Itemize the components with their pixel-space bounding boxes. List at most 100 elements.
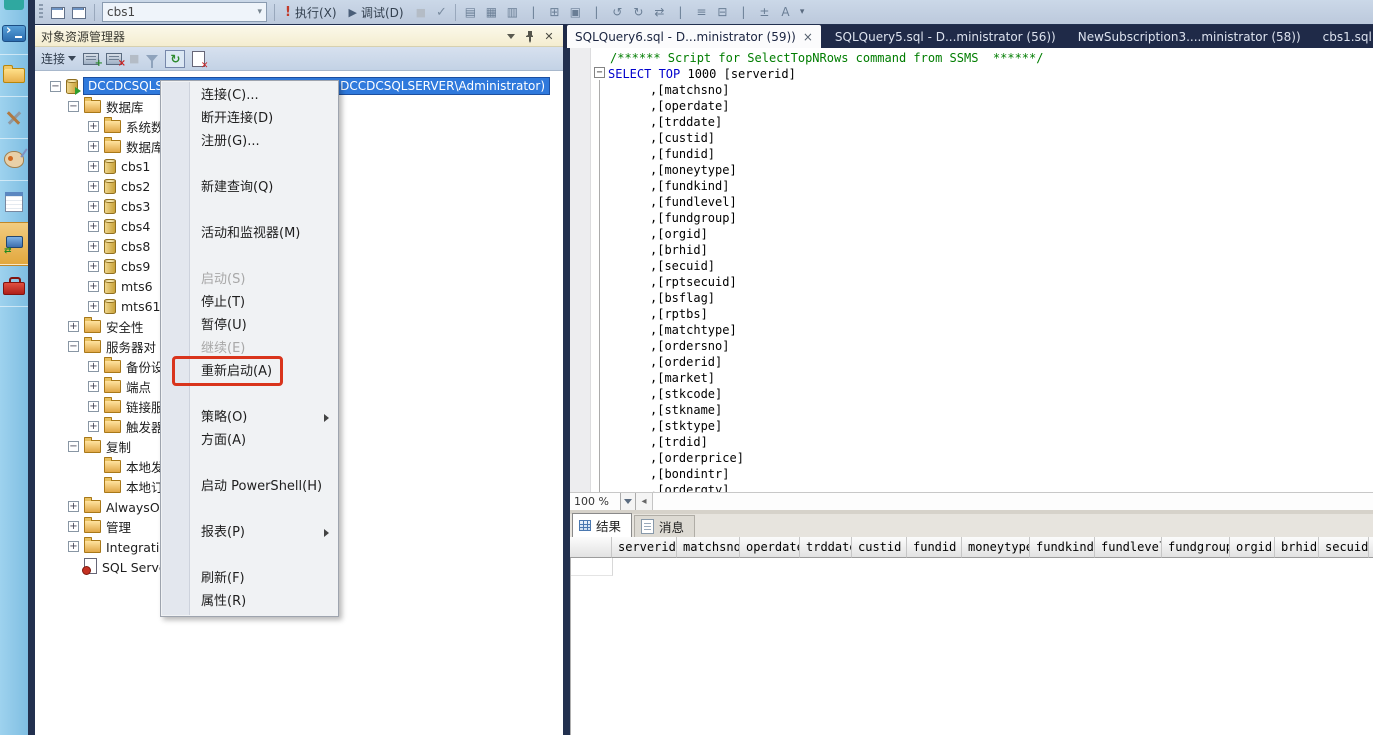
window-position-icon[interactable]: [503, 29, 519, 44]
toolbar-overflow-button[interactable]: ▾: [800, 7, 805, 17]
auto-refresh-icon[interactable]: ↻: [165, 50, 185, 68]
grid-column-header[interactable]: brhid: [1275, 537, 1319, 558]
editor-toolbar-icon[interactable]: |: [525, 4, 542, 21]
grid-column-header[interactable]: matchsno: [677, 537, 740, 558]
context-menu-item[interactable]: [161, 383, 338, 406]
grid-column-header[interactable]: fundlevel: [1095, 537, 1162, 558]
expander-icon[interactable]: [88, 301, 99, 312]
hscroll-left-arrow[interactable]: ◂: [636, 493, 653, 510]
grid-column-header[interactable]: moneytype: [962, 537, 1030, 558]
expander-icon[interactable]: [88, 381, 99, 392]
zoom-dropdown-icon[interactable]: [621, 493, 636, 510]
debug-button[interactable]: ▶ 调试(D): [343, 2, 410, 23]
grid-column-header[interactable]: custid: [852, 537, 907, 558]
context-menu-item[interactable]: 新建查询(Q): [161, 176, 338, 199]
context-menu-item[interactable]: [161, 452, 338, 475]
hscrollbar-track[interactable]: [653, 493, 1373, 510]
parse-check-icon[interactable]: ✓: [432, 5, 451, 20]
editor-toolbar-icon[interactable]: ⊟: [714, 4, 731, 21]
context-menu-item[interactable]: 继续(E): [161, 337, 338, 360]
context-menu-item[interactable]: 报表(P): [161, 521, 338, 544]
database-combobox[interactable]: cbs1 ▾: [102, 2, 267, 22]
context-menu-item[interactable]: 启动(S): [161, 268, 338, 291]
context-menu-item[interactable]: 策略(O): [161, 406, 338, 429]
editor-toolbar-icon[interactable]: |: [588, 4, 605, 21]
dock-icon[interactable]: [0, 265, 28, 307]
panel-divider[interactable]: [563, 26, 570, 735]
sql-code-editor[interactable]: − /****** Script for SelectTopNRows comm…: [570, 48, 1373, 492]
expander-icon[interactable]: [88, 361, 99, 372]
tab-messages[interactable]: 消息: [634, 515, 695, 537]
connect-dropdown[interactable]: 连接: [41, 50, 76, 67]
connect-server-icon[interactable]: +: [83, 53, 99, 65]
context-menu-item[interactable]: [161, 245, 338, 268]
execute-button[interactable]: ! 执行(X): [279, 2, 343, 23]
expander-icon[interactable]: [68, 501, 79, 512]
grid-column-header[interactable]: trddate: [800, 537, 852, 558]
context-menu-item[interactable]: [161, 544, 338, 567]
editor-toolbar-icon[interactable]: |: [735, 4, 752, 21]
expander-icon[interactable]: [68, 341, 79, 352]
expander-icon[interactable]: [68, 541, 79, 552]
context-menu-item[interactable]: 活动和监视器(M): [161, 222, 338, 245]
expander-icon[interactable]: [68, 101, 79, 112]
context-menu-item[interactable]: 暂停(U): [161, 314, 338, 337]
close-icon[interactable]: ✕: [541, 29, 557, 44]
grid-column-header[interactable]: fundgroup: [1162, 537, 1230, 558]
editor-toolbar-icon[interactable]: ⇄: [651, 4, 668, 21]
document-tab[interactable]: SQLQuery6.sql - D...ministrator (59)) ×: [567, 25, 821, 48]
collapse-icon[interactable]: [50, 81, 61, 92]
editor-toolbar-icon[interactable]: ↻: [630, 4, 647, 21]
fold-collapse-icon[interactable]: −: [594, 67, 605, 78]
chevron-down-icon[interactable]: ▾: [257, 7, 262, 17]
expander-icon[interactable]: [88, 241, 99, 252]
new-query-window-icon[interactable]: [50, 5, 67, 20]
expander-icon[interactable]: [88, 401, 99, 412]
context-menu-item[interactable]: [161, 153, 338, 176]
expander-icon[interactable]: [88, 181, 99, 192]
grid-column-header[interactable]: fundid: [907, 537, 962, 558]
grid-column-header[interactable]: secuid: [1319, 537, 1369, 558]
editor-toolbar-icon[interactable]: ↺: [609, 4, 626, 21]
tab-results[interactable]: 结果: [572, 513, 632, 537]
grid-column-header[interactable]: operdate: [740, 537, 800, 558]
editor-toolbar-icon[interactable]: ⊞: [546, 4, 563, 21]
expander-icon[interactable]: [88, 161, 99, 172]
pin-icon[interactable]: [522, 29, 538, 44]
context-menu-item[interactable]: 重新启动(A): [161, 360, 338, 383]
results-grid-body[interactable]: [570, 558, 1373, 735]
dock-icon[interactable]: [0, 139, 28, 181]
context-menu-item[interactable]: [161, 199, 338, 222]
expander-icon[interactable]: [88, 221, 99, 232]
toolbar-grip[interactable]: [39, 4, 43, 20]
context-menu-item[interactable]: 启动 PowerShell(H): [161, 475, 338, 498]
expander-icon[interactable]: [88, 121, 99, 132]
object-explorer-titlebar[interactable]: 对象资源管理器 ✕: [35, 26, 563, 47]
zoom-level-combobox[interactable]: 100 %: [570, 493, 621, 510]
grid-column-header[interactable]: orgid: [1230, 537, 1275, 558]
context-menu-item[interactable]: 连接(C)...: [161, 84, 338, 107]
query-window-icon[interactable]: [71, 5, 88, 20]
dock-icon[interactable]: [0, 55, 28, 97]
expander-icon[interactable]: [68, 321, 79, 332]
expander-icon[interactable]: [88, 421, 99, 432]
context-menu-item[interactable]: 方面(A): [161, 429, 338, 452]
editor-toolbar-icon[interactable]: ▥: [504, 4, 521, 21]
document-tab[interactable]: SQLQuery5.sql - D...ministrator (56)): [827, 25, 1064, 48]
dock-icon[interactable]: [0, 97, 28, 139]
grid-corner-cell[interactable]: [570, 537, 612, 558]
expander-icon[interactable]: [88, 201, 99, 212]
context-menu-item[interactable]: 断开连接(D): [161, 107, 338, 130]
context-menu-item[interactable]: 刷新(F): [161, 567, 338, 590]
filter-icon[interactable]: [146, 55, 158, 62]
editor-toolbar-icon[interactable]: ≡: [693, 4, 710, 21]
context-menu-item[interactable]: 属性(R): [161, 590, 338, 613]
grid-column-header[interactable]: fundkind: [1030, 537, 1095, 558]
grid-column-header[interactable]: serverid: [612, 537, 677, 558]
expander-icon[interactable]: [88, 281, 99, 292]
editor-toolbar-icon[interactable]: ▣: [567, 4, 584, 21]
editor-toolbar-icon[interactable]: |: [672, 4, 689, 21]
tab-close-icon[interactable]: ×: [803, 30, 813, 44]
document-tab[interactable]: cbs1.sql - D: [1315, 25, 1373, 48]
editor-toolbar-icon[interactable]: ▦: [483, 4, 500, 21]
